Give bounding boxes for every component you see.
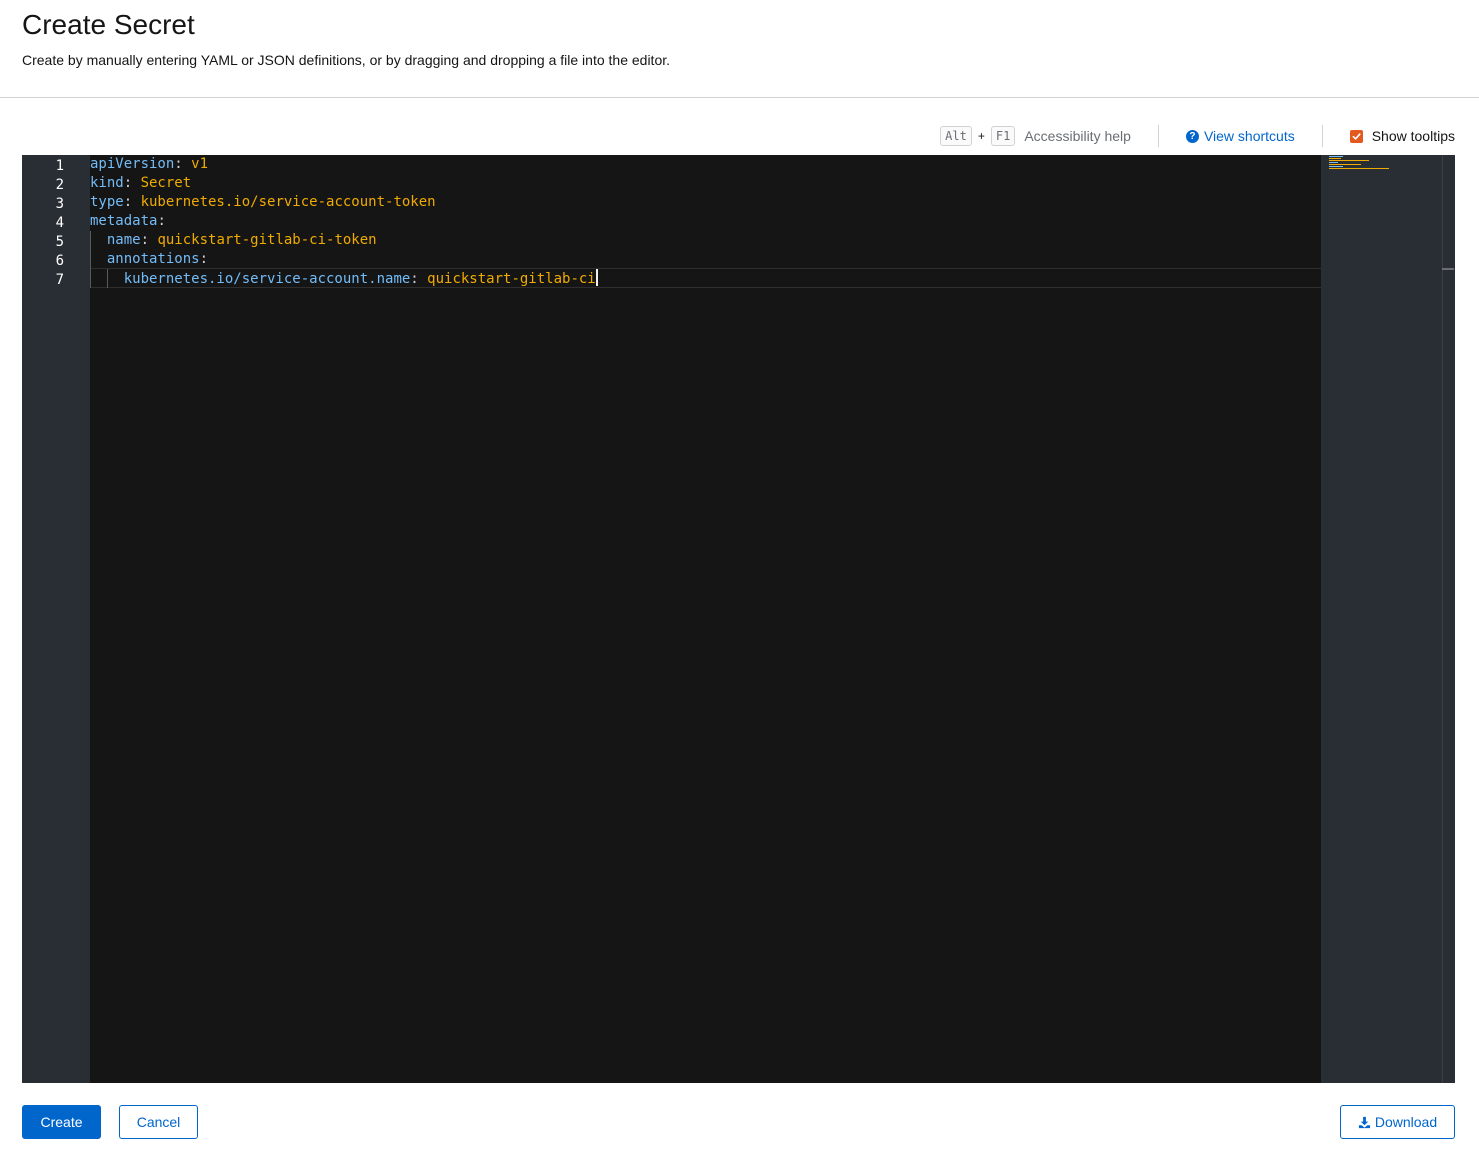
view-shortcuts-label: View shortcuts xyxy=(1203,128,1295,144)
page-description: Create by manually entering YAML or JSON… xyxy=(22,52,671,68)
yaml-code-editor[interactable]: 1 2 3 4 5 6 7 apiVersion: v1 kind: Secre… xyxy=(22,155,1455,1083)
plus-sign: + xyxy=(977,129,985,143)
yaml-value: kubernetes.io/service-account-token xyxy=(140,194,436,210)
yaml-separator: : xyxy=(123,175,141,191)
show-tooltips-toggle[interactable]: Show tooltips xyxy=(1349,128,1455,144)
code-line: metadata: xyxy=(90,212,166,231)
yaml-value: Secret xyxy=(140,175,192,191)
minimap-line xyxy=(1329,164,1361,165)
line-number: 5 xyxy=(55,234,64,250)
minimap-line xyxy=(1329,166,1343,167)
yaml-separator: : xyxy=(199,251,209,267)
yaml-key: type xyxy=(90,194,124,210)
yaml-key: name xyxy=(106,232,141,248)
yaml-key: apiVersion xyxy=(90,156,175,172)
toolbar-divider xyxy=(1321,125,1323,147)
yaml-separator: : xyxy=(140,232,158,248)
create-button[interactable]: Create xyxy=(22,1105,101,1139)
cancel-button[interactable]: Cancel xyxy=(119,1105,198,1139)
line-number: 2 xyxy=(55,177,64,193)
download-button[interactable]: Download xyxy=(1340,1105,1455,1139)
code-line: annotations: xyxy=(90,250,208,269)
toolbar-divider xyxy=(1157,125,1159,147)
download-label: Download xyxy=(1374,1114,1438,1130)
page-header: Create Secret Create by manually enterin… xyxy=(0,0,1479,98)
line-number-gutter: 1 2 3 4 5 6 7 xyxy=(22,155,90,1083)
yaml-separator: : xyxy=(123,194,141,210)
yaml-indent xyxy=(90,232,107,248)
editor-minimap[interactable] xyxy=(1321,155,1455,1083)
yaml-key: kubernetes.io/service-account.name xyxy=(123,271,411,287)
yaml-value: v1 xyxy=(191,156,209,172)
code-area[interactable]: apiVersion: v1 kind: Secret type: kubern… xyxy=(90,155,1321,1083)
code-line: type: kubernetes.io/service-account-toke… xyxy=(90,193,436,212)
checkmark-icon xyxy=(1352,132,1361,140)
code-line: kubernetes.io/service-account.name: quic… xyxy=(90,269,598,288)
yaml-value: quickstart-gitlab-ci-token xyxy=(157,232,377,248)
accessibility-help-label: Accessibility help xyxy=(1024,128,1131,144)
code-line: name: quickstart-gitlab-ci-token xyxy=(90,231,377,250)
download-icon xyxy=(1358,1116,1370,1128)
yaml-key: annotations xyxy=(106,251,200,267)
line-number: 3 xyxy=(55,196,64,212)
yaml-indent xyxy=(90,271,124,287)
yaml-indent xyxy=(90,251,107,267)
editor-toolbar: Alt + F1 Accessibility help ? View short… xyxy=(940,122,1455,150)
code-line: kind: Secret xyxy=(90,174,191,193)
vertical-scrollbar[interactable] xyxy=(1442,155,1454,1083)
f1-key: F1 xyxy=(990,126,1016,146)
yaml-key: metadata xyxy=(90,213,158,229)
text-cursor xyxy=(595,269,598,286)
scrollbar-cursor-marker xyxy=(1442,268,1454,270)
code-line: apiVersion: v1 xyxy=(90,155,208,174)
minimap-line xyxy=(1329,158,1341,159)
line-number: 7 xyxy=(55,272,64,288)
show-tooltips-checkbox[interactable] xyxy=(1349,129,1363,143)
minimap-line xyxy=(1329,156,1343,157)
minimap-line xyxy=(1329,168,1389,169)
yaml-key: kind xyxy=(90,175,124,191)
view-shortcuts-button[interactable]: ? View shortcuts xyxy=(1185,128,1295,144)
yaml-separator: : xyxy=(174,156,192,172)
question-circle-icon: ? xyxy=(1185,129,1199,143)
line-number: 6 xyxy=(55,253,64,269)
yaml-separator: : xyxy=(157,213,166,229)
minimap-line xyxy=(1329,160,1369,161)
show-tooltips-label: Show tooltips xyxy=(1371,128,1455,144)
minimap-line xyxy=(1329,162,1338,163)
line-number: 1 xyxy=(55,158,64,174)
alt-key: Alt xyxy=(940,126,972,146)
page-title: Create Secret xyxy=(22,9,195,40)
yaml-separator: : xyxy=(410,271,428,287)
yaml-value: quickstart-gitlab-ci xyxy=(427,271,596,287)
line-number: 4 xyxy=(55,215,64,231)
